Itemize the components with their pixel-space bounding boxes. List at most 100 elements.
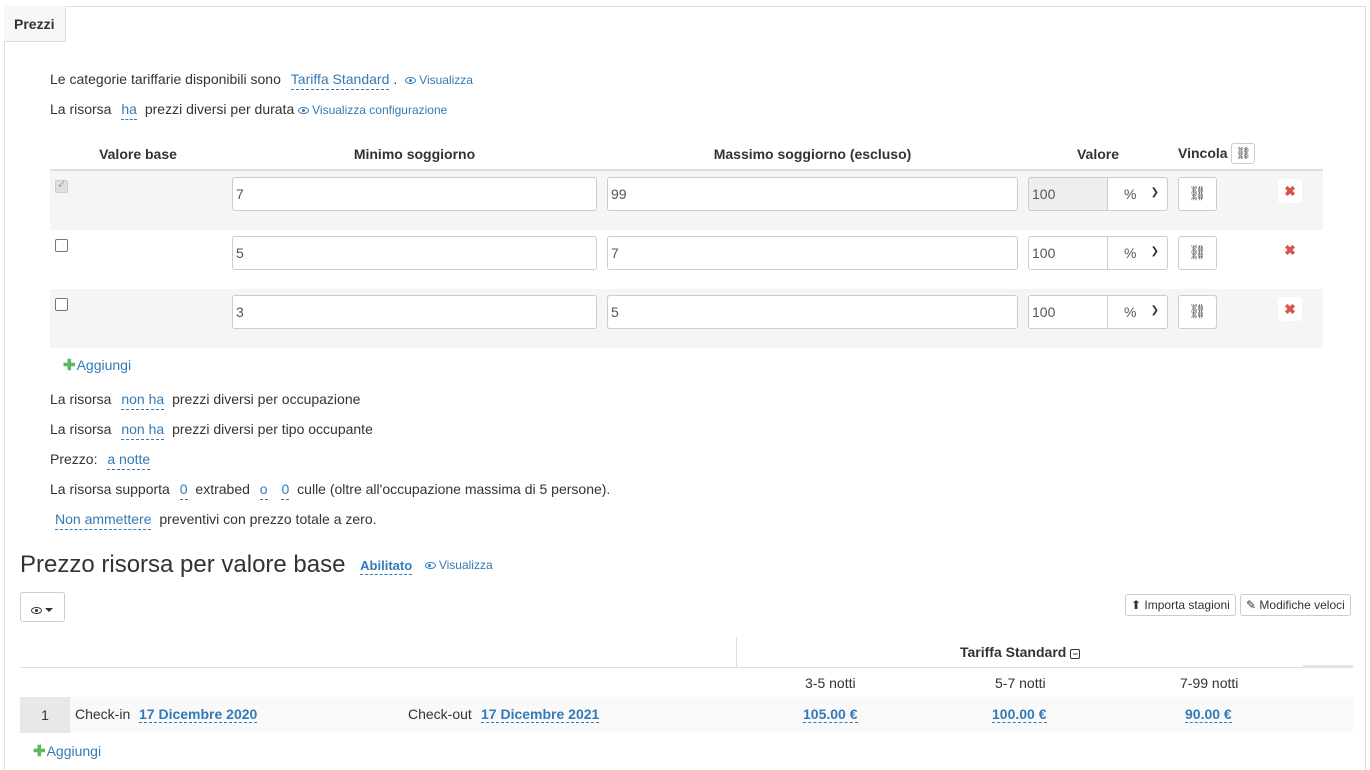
unit-select[interactable]: % ❯ (1108, 177, 1168, 211)
occupant-type-value[interactable]: non ha (121, 421, 165, 440)
chevron-down-icon: ❯ (1150, 305, 1159, 316)
link-toggle-button[interactable]: ⛓ (1178, 236, 1217, 270)
unit-select[interactable]: % ❯ (1108, 236, 1168, 270)
occupancy-text: prezzi diversi per occupazione (172, 391, 361, 407)
base-value-checkbox[interactable] (55, 298, 68, 311)
price-mode-line: Prezzo: a notte (50, 451, 154, 470)
extras-prefix: La risorsa supporta (50, 481, 170, 497)
unlink-all-button[interactable]: ⛓ (1231, 143, 1256, 164)
extras-connector[interactable]: o (259, 481, 268, 500)
quick-edit-button[interactable]: ✎ Modifiche veloci (1240, 594, 1351, 616)
chain-broken-icon: ⛓ (1188, 244, 1207, 260)
rate-categories-text: Le categorie tariffarie disponibili sono (50, 71, 281, 87)
header-value: Valore (1076, 146, 1120, 162)
checkout-label: Check-out (408, 706, 472, 722)
duration-view-config-link[interactable]: Visualizza configurazione (298, 103, 447, 117)
extrabed-value[interactable]: 0 (179, 481, 188, 500)
rate-header: Tariffa Standard − (960, 644, 1081, 660)
import-seasons-button[interactable]: ⬆ Importa stagioni (1125, 594, 1236, 616)
zero-price-value[interactable]: Non ammettere (55, 511, 152, 530)
duration-row: 3 5 100 % ❯ ⛓ ✖ (50, 289, 1323, 348)
section-view-link[interactable]: Visualizza (424, 558, 493, 572)
add-season-button[interactable]: ✚Aggiungi (33, 742, 101, 760)
add-label: Aggiungi (76, 357, 132, 373)
view-link-label: Visualizza (419, 73, 473, 87)
value-input[interactable]: 100 (1028, 295, 1108, 329)
min-stay-input[interactable]: 5 (232, 236, 597, 270)
base-value-checkbox[interactable] (55, 178, 68, 193)
max-stay-input[interactable]: 99 (607, 177, 1018, 211)
chain-broken-icon: ⛓ (1188, 303, 1207, 319)
cribs-value[interactable]: 0 (281, 481, 290, 500)
columns-visibility-dropdown[interactable] (20, 592, 65, 622)
occupancy-prefix: La risorsa (50, 391, 112, 407)
table-header-divider (20, 667, 1353, 668)
rate-categories-suffix: . (393, 71, 398, 87)
duration-row: 5 7 100 % ❯ ⛓ ✖ (50, 230, 1323, 289)
extras-line: La risorsa supporta 0 extrabed o 0 culle… (50, 481, 611, 500)
unit-select[interactable]: % ❯ (1108, 295, 1168, 329)
occupant-type-text: prezzi diversi per tipo occupante (172, 421, 373, 437)
link-toggle-button[interactable]: ⛓ (1178, 295, 1217, 329)
duration-value[interactable]: ha (121, 101, 137, 120)
min-stay-input[interactable]: 3 (232, 295, 597, 329)
occupancy-value[interactable]: non ha (121, 391, 165, 410)
max-stay-input[interactable]: 5 (607, 295, 1018, 329)
max-stay-input[interactable]: 7 (607, 236, 1018, 270)
rate-category-value[interactable]: Tariffa Standard (290, 71, 390, 90)
rate-header-label: Tariffa Standard (960, 644, 1067, 660)
eye-icon (298, 107, 310, 114)
prices-panel (4, 6, 1366, 770)
min-stay-input[interactable]: 7 (232, 177, 597, 211)
base-value-checkbox[interactable] (55, 239, 68, 252)
duration-prefix: La risorsa (50, 101, 112, 117)
delete-row-button[interactable]: ✖ (1278, 238, 1302, 262)
unit-select-value: % (1124, 304, 1137, 320)
add-season-label: Aggiungi (46, 743, 102, 759)
season-price[interactable]: 100.00 € (992, 706, 1047, 723)
chevron-down-icon: ❯ (1150, 187, 1159, 198)
price-mode-prefix: Prezzo: (50, 451, 98, 467)
base-price-section-title: Prezzo risorsa per valore base Abilitato… (20, 551, 493, 579)
edit-icon: ✎ (1246, 598, 1257, 612)
header-max-stay: Massimo soggiorno (escluso) (713, 146, 912, 162)
upload-icon: ⬆ (1131, 598, 1142, 612)
delete-row-button[interactable]: ✖ (1278, 179, 1302, 203)
extrabed-text: extrabed (195, 481, 250, 497)
value-input[interactable]: 100 (1028, 177, 1108, 211)
header-link-label: Vincola (1178, 145, 1228, 161)
add-duration-row-button[interactable]: ✚Aggiungi (63, 356, 131, 374)
checkin-label: Check-in (75, 706, 131, 722)
duration-column-header: 5-7 notti (995, 675, 1046, 691)
close-icon: ✖ (1284, 301, 1296, 317)
close-icon: ✖ (1284, 242, 1296, 258)
chevron-down-icon: ❯ (1150, 246, 1159, 257)
duration-row: 7 99 100 %❯ ⛓ ✖ (50, 171, 1323, 230)
value-input[interactable]: 100 (1028, 236, 1108, 270)
cribs-text: culle (oltre all'occupazione massima di … (297, 481, 611, 497)
checkout-date[interactable]: 17 Dicembre 2021 (481, 706, 600, 723)
link-toggle-button[interactable]: ⛓ (1178, 177, 1217, 211)
chain-broken-icon: ⛓ (1188, 185, 1207, 201)
header-min-stay: Minimo soggiorno (353, 146, 476, 162)
duration-column-header: 3-5 notti (805, 675, 856, 691)
collapse-icon[interactable]: − (1070, 649, 1081, 659)
season-price[interactable]: 90.00 € (1185, 706, 1232, 723)
header-accent (1303, 665, 1353, 667)
close-icon: ✖ (1284, 183, 1296, 199)
season-price[interactable]: 105.00 € (803, 706, 858, 723)
import-seasons-label: Importa stagioni (1144, 598, 1230, 612)
chain-broken-icon: ⛓ (1235, 146, 1252, 160)
plus-icon: ✚ (33, 743, 46, 760)
caret-down-icon (45, 608, 53, 612)
delete-row-button[interactable]: ✖ (1278, 297, 1302, 321)
duration-text: prezzi diversi per durata (144, 101, 295, 117)
section-status-value[interactable]: Abilitato (360, 558, 413, 575)
checkin-date[interactable]: 17 Dicembre 2020 (139, 706, 258, 723)
tab-prezzi[interactable]: Prezzi (4, 6, 66, 42)
unit-select-value: % (1124, 186, 1137, 202)
zero-price-text: preventivi con prezzo totale a zero. (159, 511, 377, 527)
rate-categories-line: Le categorie tariffarie disponibili sono… (50, 71, 473, 90)
rate-categories-view-link[interactable]: Visualizza (405, 73, 473, 87)
price-mode-value[interactable]: a notte (107, 451, 151, 470)
